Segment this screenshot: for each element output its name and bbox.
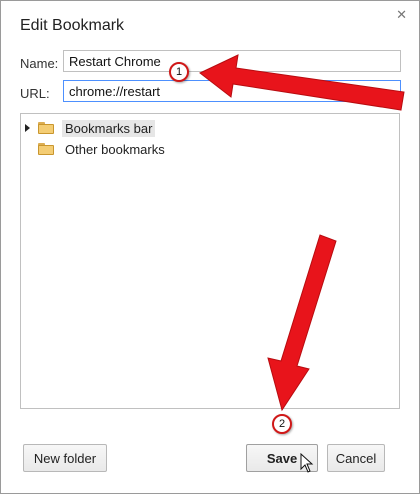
expand-triangle-icon[interactable] (25, 124, 30, 132)
step-1-badge: 1 (169, 62, 189, 82)
step-2-badge: 2 (272, 414, 292, 434)
new-folder-button[interactable]: New folder (23, 444, 107, 472)
name-label: Name: (20, 56, 59, 71)
dialog-title: Edit Bookmark (20, 17, 125, 34)
url-label: URL: (20, 86, 50, 101)
tree-item-bookmarks-bar[interactable]: Bookmarks bar (25, 118, 156, 138)
folder-icon (38, 122, 54, 134)
tree-item-label: Bookmarks bar (62, 119, 156, 137)
url-input[interactable] (63, 80, 401, 102)
name-input[interactable] (63, 50, 401, 72)
bookmark-folder-tree: Bookmarks bar Other bookmarks (20, 113, 400, 409)
close-icon[interactable]: ✕ (396, 7, 407, 23)
folder-icon (38, 143, 54, 155)
tree-item-label: Other bookmarks (65, 141, 165, 157)
edit-bookmark-dialog: Edit Bookmark ✕ Name: URL: Bookmarks bar… (0, 0, 420, 494)
mouse-pointer-icon (300, 453, 314, 473)
tree-item-other-bookmarks[interactable]: Other bookmarks (38, 139, 168, 159)
cancel-button[interactable]: Cancel (327, 444, 385, 472)
